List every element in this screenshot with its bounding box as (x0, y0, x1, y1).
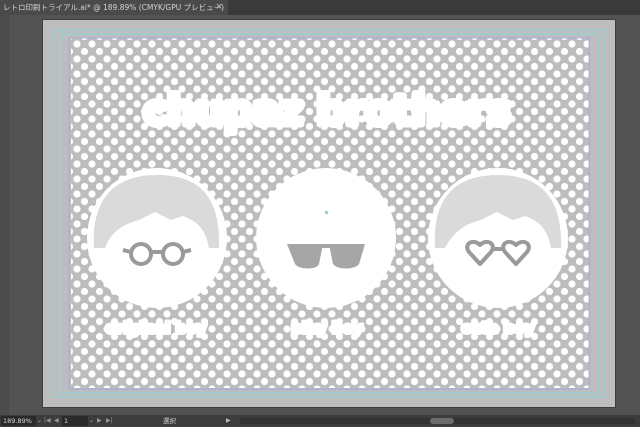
close-icon[interactable]: × (215, 0, 223, 15)
headline-text: chupaz brothers (143, 88, 511, 134)
document-tab-title: レトロ印刷トライアル.ai* @ 189.89% (CMYK/GPU プレビュー… (3, 3, 225, 12)
first-artboard-icon[interactable]: |◀ (44, 415, 51, 427)
document-tab[interactable]: レトロ印刷トライアル.ai* @ 189.89% (CMYK/GPU プレビュー… (0, 0, 228, 15)
character-label: cute boy (462, 319, 535, 337)
tools-panel-edge (0, 15, 9, 415)
artwork-canvas: chupaz brothers original boy play boy cu… (52, 29, 606, 398)
selection-anchor-icon[interactable] (325, 211, 328, 214)
next-artboard-icon[interactable]: ▶ (97, 415, 102, 427)
horizontal-scrollbar[interactable] (240, 418, 635, 424)
character-label: play boy (291, 319, 363, 337)
last-artboard-icon[interactable]: ▶| (106, 415, 113, 427)
artboard-dropdown-icon[interactable]: ⌄ (89, 415, 94, 427)
zoom-dropdown-icon[interactable]: ⌄ (37, 415, 42, 427)
document-tab-bar: レトロ印刷トライアル.ai* @ 189.89% (CMYK/GPU プレビュー… (0, 0, 640, 15)
status-bar: 189.89% ⌄ |◀ ◀ 1 ⌄ ▶ ▶| 選択 ▶ (0, 415, 640, 427)
status-menu-icon[interactable]: ▶ (226, 415, 231, 427)
scrollbar-thumb[interactable] (430, 418, 454, 424)
character-label: original boy (106, 319, 207, 337)
headline-group: chupaz brothers (140, 85, 515, 138)
zoom-level-field[interactable]: 189.89% (1, 416, 36, 426)
face-circle (256, 168, 396, 308)
tool-status-text: 選択 (163, 417, 176, 425)
artboard[interactable]: chupaz brothers original boy play boy cu… (43, 20, 615, 407)
prev-artboard-icon[interactable]: ◀ (54, 415, 59, 427)
artboard-number-field[interactable]: 1 (62, 416, 88, 426)
